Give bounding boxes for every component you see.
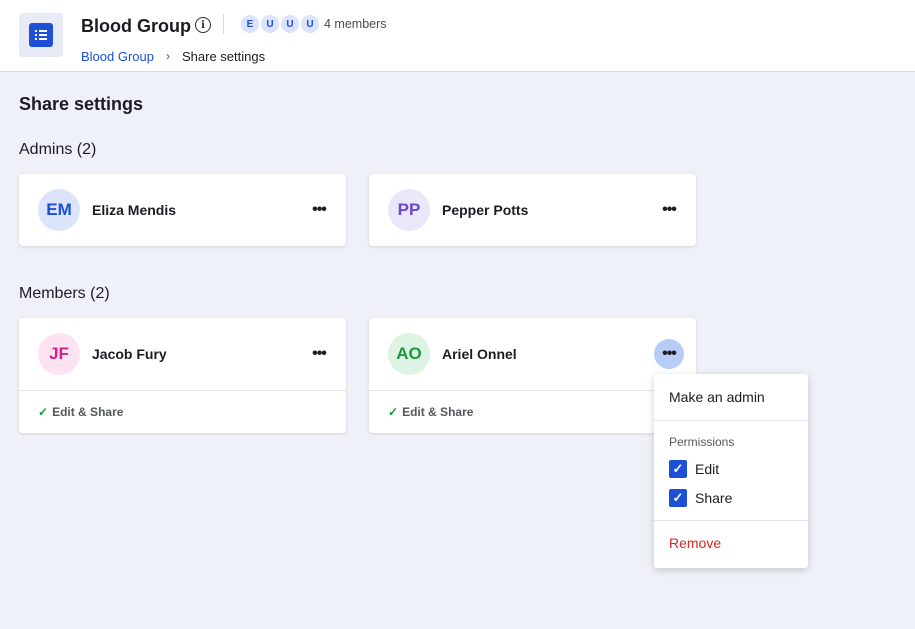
- more-options-button[interactable]: •••: [304, 339, 334, 369]
- user-name: Eliza Mendis: [92, 202, 177, 218]
- avatar: JF: [38, 333, 80, 375]
- user-name: Jacob Fury: [92, 346, 167, 362]
- make-admin-menu-item[interactable]: Make an admin: [669, 389, 765, 405]
- mini-avatar: U: [260, 14, 280, 34]
- user-name: Ariel Onnel: [442, 346, 517, 362]
- member-avatars[interactable]: E U U U: [240, 14, 320, 34]
- permission-summary: ✓ Edit & Share: [19, 390, 346, 433]
- admin-card: PP Pepper Potts •••: [369, 174, 696, 246]
- list-icon: [29, 23, 53, 47]
- info-icon[interactable]: i: [195, 17, 211, 33]
- share-checkbox[interactable]: ✓: [669, 489, 687, 507]
- menu-divider: [654, 520, 808, 521]
- members-count[interactable]: 4 members: [324, 17, 387, 31]
- admin-card: EM Eliza Mendis •••: [19, 174, 346, 246]
- remove-menu-item[interactable]: Remove: [669, 535, 721, 551]
- avatar: EM: [38, 189, 80, 231]
- check-icon: ✓: [388, 405, 399, 419]
- permission-summary: ✓ Edit & Share: [369, 390, 696, 433]
- more-options-button[interactable]: •••: [654, 195, 684, 225]
- permission-label: Edit & Share: [52, 405, 124, 419]
- check-icon: ✓: [38, 405, 49, 419]
- avatar: PP: [388, 189, 430, 231]
- edit-checkbox-label[interactable]: Edit: [695, 461, 719, 477]
- mini-avatar: U: [300, 14, 320, 34]
- chevron-right-icon: ›: [166, 49, 170, 63]
- avatar: AO: [388, 333, 430, 375]
- edit-checkbox[interactable]: ✓: [669, 460, 687, 478]
- member-card: JF Jacob Fury ••• ✓ Edit & Share: [19, 318, 346, 433]
- member-options-menu: Make an admin Permissions ✓ Edit ✓ Share…: [654, 374, 808, 568]
- permission-label: Edit & Share: [402, 405, 474, 419]
- permissions-label: Permissions: [669, 435, 735, 449]
- menu-divider: [654, 420, 808, 421]
- members-section-label: Members (2): [19, 285, 110, 302]
- user-name: Pepper Potts: [442, 202, 529, 218]
- group-logo: [19, 13, 63, 57]
- member-card: AO Ariel Onnel ••• ✓ Edit & Share: [369, 318, 696, 433]
- page-title: Share settings: [19, 94, 144, 114]
- breadcrumb-current: Share settings: [182, 49, 266, 64]
- mini-avatar: U: [280, 14, 300, 34]
- more-options-button[interactable]: •••: [654, 339, 684, 369]
- app-header: Blood Group i E U U U 4 members Blood Gr…: [0, 0, 915, 72]
- group-title: Blood Group: [81, 16, 191, 36]
- breadcrumb-link[interactable]: Blood Group: [81, 49, 154, 64]
- share-checkbox-label[interactable]: Share: [695, 490, 732, 506]
- mini-avatar: E: [240, 14, 260, 34]
- admins-section-label: Admins (2): [19, 141, 97, 158]
- more-options-button[interactable]: •••: [304, 195, 334, 225]
- divider: [223, 14, 224, 34]
